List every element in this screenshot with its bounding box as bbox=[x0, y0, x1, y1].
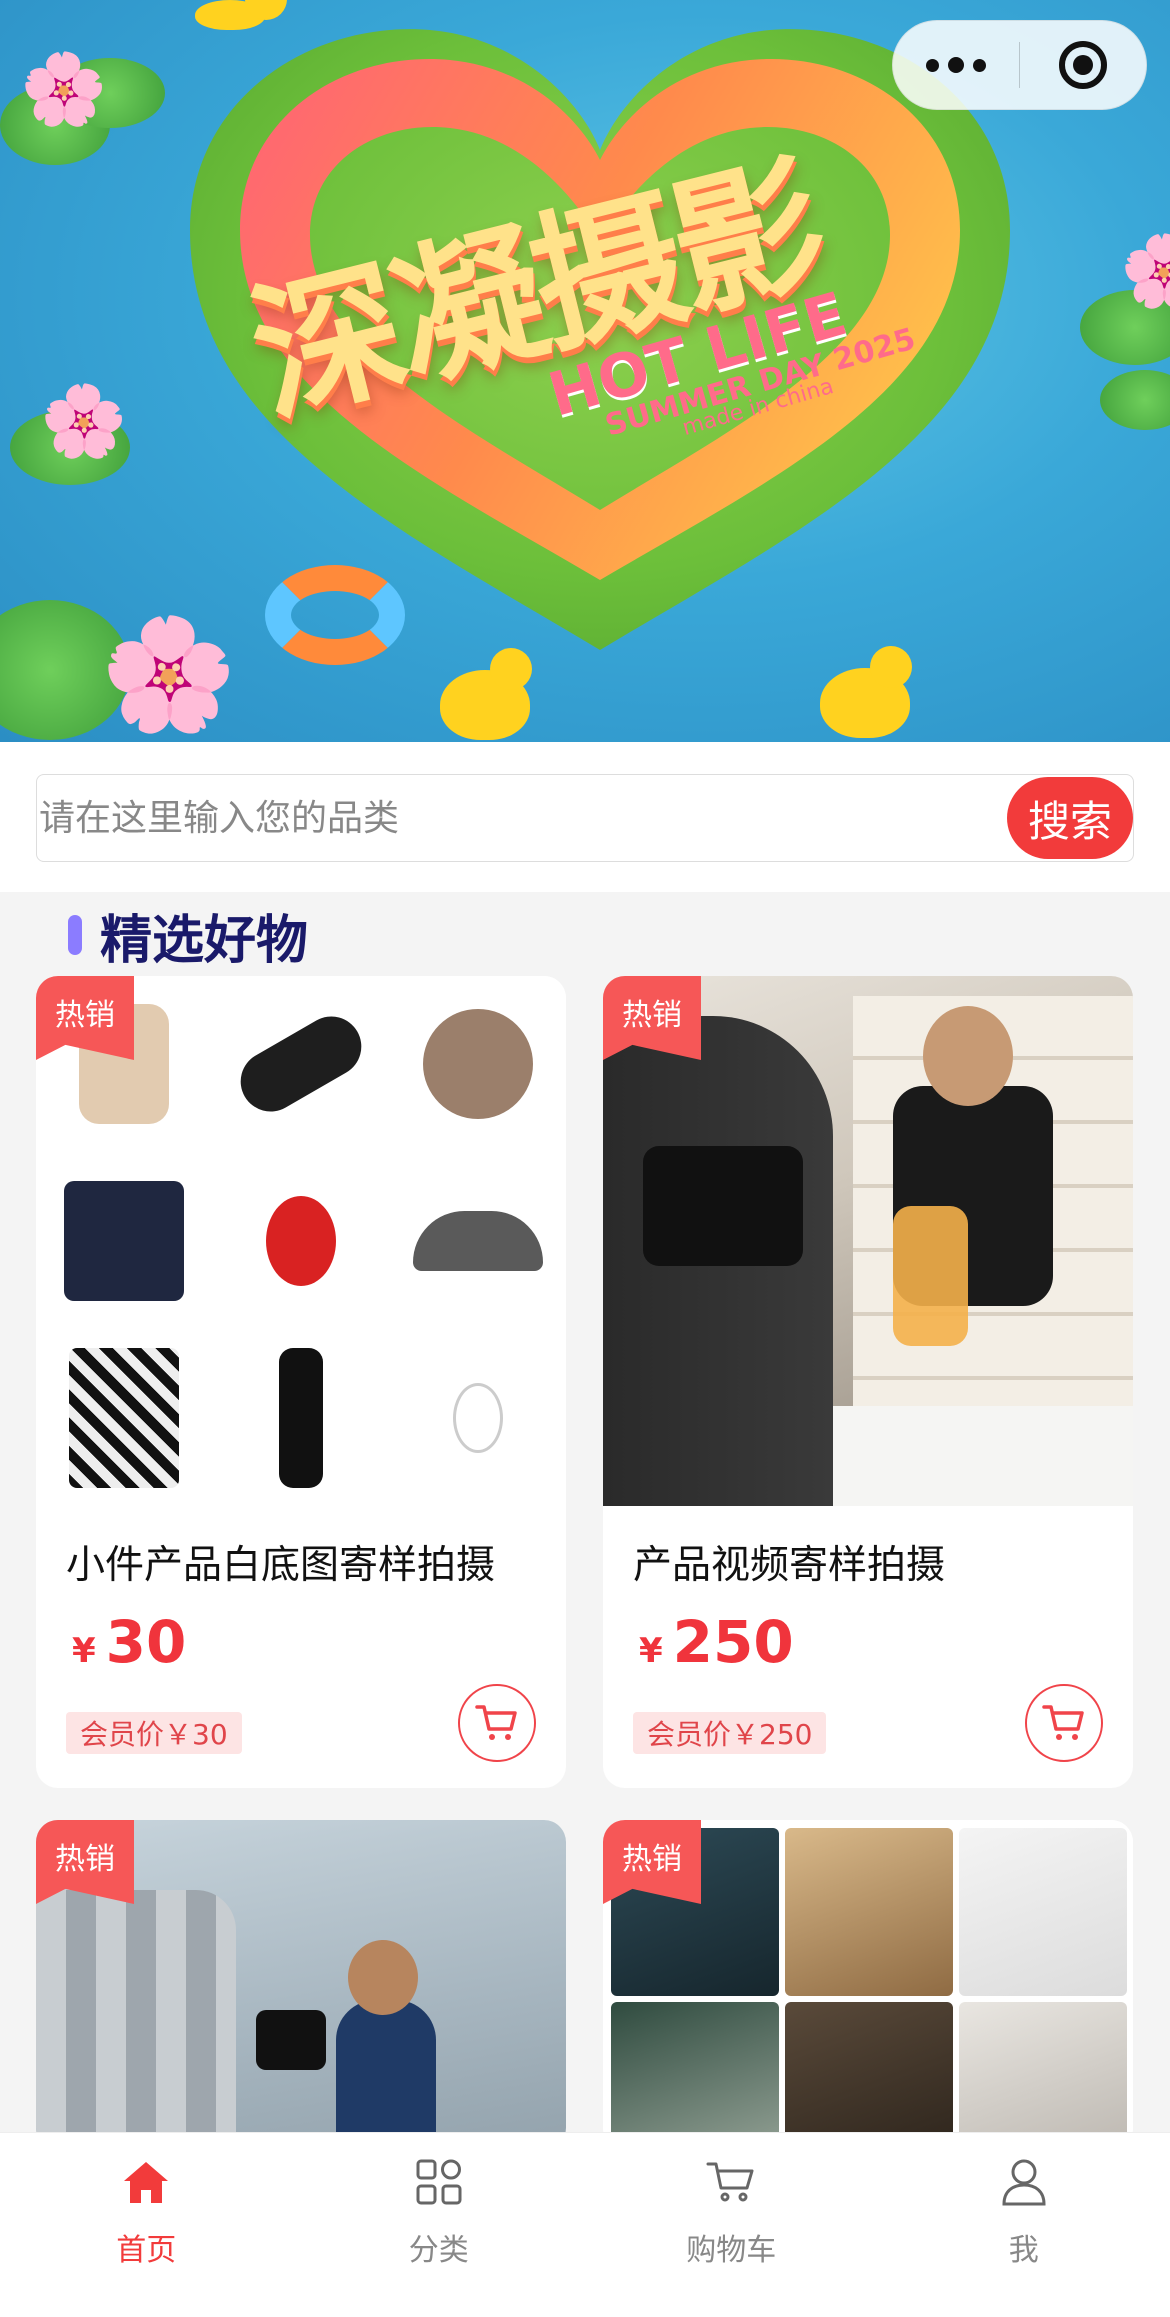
lily-pad bbox=[1100, 370, 1170, 430]
rubber-duck-icon bbox=[195, 0, 287, 30]
thumb-sneaker bbox=[611, 2002, 779, 2150]
section-accent-bar bbox=[68, 915, 82, 955]
cart-icon bbox=[475, 1705, 517, 1740]
blender bbox=[893, 1206, 968, 1346]
member-price-badge: 会员价￥30 bbox=[66, 1712, 242, 1754]
thumb bbox=[36, 1153, 212, 1329]
product-price: ¥ 250 bbox=[639, 1608, 794, 1676]
section-title: 精选好物 bbox=[100, 910, 309, 971]
section-header: 精选好物 bbox=[68, 900, 309, 971]
product-card[interactable]: 热销 bbox=[36, 1820, 566, 2150]
price-value: 250 bbox=[672, 1608, 794, 1676]
tab-label: 购物车 bbox=[686, 2233, 777, 2268]
product-card[interactable]: 热销 bbox=[603, 1820, 1133, 2150]
thumb bbox=[213, 1330, 389, 1506]
tab-label: 我 bbox=[1008, 2233, 1039, 2268]
tab-home[interactable]: 首页 bbox=[0, 2133, 293, 2317]
product-card[interactable]: 热销 小件产品白底图寄样拍摄 ¥ 30 会员价￥30 bbox=[36, 976, 566, 1788]
hero-banner[interactable]: 深凝摄影 HOT LIFE SUMMER DAY 2025 made in ch… bbox=[0, 0, 1170, 742]
search-box: 搜索 bbox=[36, 774, 1134, 862]
thumb-earbuds bbox=[785, 2002, 953, 2150]
tab-label: 分类 bbox=[408, 2233, 469, 2268]
currency-symbol: ¥ bbox=[72, 1631, 96, 1671]
search-button[interactable]: 搜索 bbox=[1007, 777, 1133, 859]
page: 深凝摄影 HOT LIFE SUMMER DAY 2025 made in ch… bbox=[0, 0, 1170, 2317]
search-input[interactable] bbox=[37, 775, 997, 861]
thumb bbox=[213, 976, 389, 1152]
camera bbox=[643, 1146, 803, 1266]
thumb-mouse bbox=[959, 2002, 1127, 2150]
swim-ring-icon bbox=[265, 565, 405, 665]
worker-head bbox=[348, 1940, 418, 2015]
rubber-duck-icon bbox=[440, 648, 532, 740]
rubber-duck-icon bbox=[820, 646, 912, 738]
add-to-cart-button[interactable] bbox=[1025, 1684, 1103, 1762]
bottom-tab-bar: 首页 分类 购物车 我 bbox=[0, 2132, 1170, 2317]
lotus-flower-icon: 🌸 bbox=[1120, 230, 1170, 312]
add-to-cart-button[interactable] bbox=[458, 1684, 536, 1762]
pipes bbox=[36, 1890, 236, 2150]
tab-cart[interactable]: 购物车 bbox=[585, 2133, 878, 2317]
thumb bbox=[390, 1330, 566, 1506]
more-dots-icon[interactable] bbox=[893, 57, 1019, 73]
product-price: ¥ 30 bbox=[72, 1608, 186, 1676]
user-icon bbox=[997, 2155, 1051, 2209]
tab-label: 首页 bbox=[116, 2233, 177, 2268]
lotus-flower-icon: 🌸 bbox=[40, 380, 128, 462]
price-value: 30 bbox=[105, 1608, 187, 1676]
thumb bbox=[36, 1330, 212, 1506]
lotus-flower-icon: 🌸 bbox=[20, 48, 108, 130]
product-name: 产品视频寄样拍摄 bbox=[633, 1543, 946, 1588]
category-grid-icon bbox=[412, 2155, 466, 2209]
thumb-bottle bbox=[785, 1828, 953, 1996]
hot-sale-tag: 热销 bbox=[36, 1820, 134, 1904]
cart-icon bbox=[704, 2155, 758, 2209]
worker bbox=[336, 2000, 436, 2150]
search-area: 搜索 bbox=[0, 742, 1170, 892]
person-head bbox=[923, 1006, 1013, 1106]
cart-icon bbox=[1042, 1705, 1084, 1740]
product-name: 小件产品白底图寄样拍摄 bbox=[66, 1543, 496, 1588]
hot-sale-tag: 热销 bbox=[603, 1820, 701, 1904]
hot-sale-tag: 热销 bbox=[603, 976, 701, 1060]
lotus-flower-icon: 🌸 bbox=[100, 610, 237, 738]
tab-me[interactable]: 我 bbox=[878, 2133, 1170, 2317]
thumb bbox=[213, 1153, 389, 1329]
thumb bbox=[390, 976, 566, 1152]
thumb bbox=[390, 1153, 566, 1329]
member-price-badge: 会员价￥250 bbox=[633, 1712, 827, 1754]
target-close-icon[interactable] bbox=[1020, 41, 1146, 89]
home-icon bbox=[119, 2155, 173, 2209]
hot-sale-tag: 热销 bbox=[36, 976, 134, 1060]
product-card[interactable]: 热销 产品视频寄样拍摄 ¥ 250 会员价￥250 bbox=[603, 976, 1133, 1788]
tab-category[interactable]: 分类 bbox=[293, 2133, 586, 2317]
thumb-fashion bbox=[959, 1828, 1127, 1996]
miniprogram-capsule bbox=[892, 20, 1147, 110]
gimbal-camera bbox=[256, 2010, 326, 2070]
currency-symbol: ¥ bbox=[639, 1631, 663, 1671]
